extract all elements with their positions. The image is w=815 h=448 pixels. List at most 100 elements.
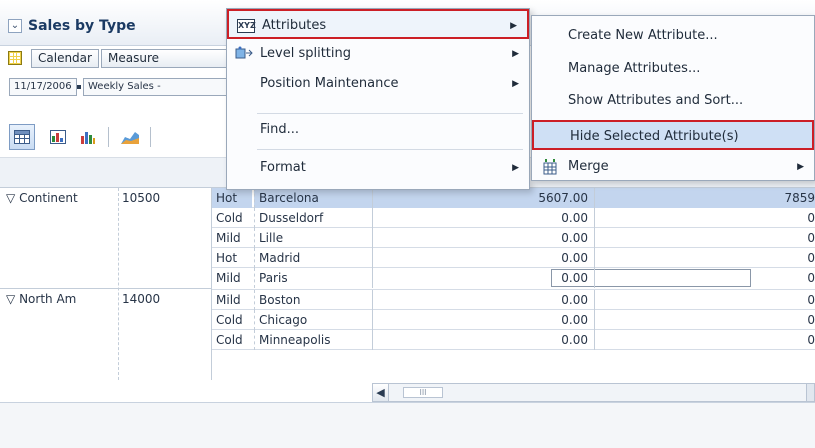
- table-row[interactable]: Cold Minneapolis 0.00 0: [212, 330, 815, 350]
- menu-item-label: Manage Attributes...: [568, 61, 701, 76]
- menu-item-attributes[interactable]: XYZ Attributes ▶: [227, 9, 529, 39]
- table-row[interactable]: Mild Boston 0.00 0: [212, 290, 815, 310]
- area-chart-icon[interactable]: [117, 124, 143, 150]
- submenu-arrow-icon: ▶: [512, 163, 519, 173]
- dimension-row-north-america[interactable]: ▽ North Am 14000: [0, 288, 212, 308]
- table-icon[interactable]: [9, 124, 35, 150]
- menu-item-label: Format: [260, 160, 306, 175]
- value-cell[interactable]: 0: [594, 330, 815, 350]
- dimension-divider: [118, 188, 119, 380]
- submenu-arrow-icon: ▶: [512, 49, 519, 59]
- toolbar-separator: [108, 127, 109, 147]
- menu-item-create-new-attribute[interactable]: Create New Attribute...: [532, 21, 814, 51]
- value-cell[interactable]: 0: [594, 228, 815, 248]
- expand-triangle-icon[interactable]: ▽: [6, 292, 15, 306]
- cell-editor-value: 0.00: [561, 271, 588, 285]
- dimension-row-continent[interactable]: ▽ Continent 10500: [0, 188, 212, 208]
- value-cell[interactable]: 0.00: [372, 228, 594, 248]
- value-cell[interactable]: 0: [594, 310, 815, 330]
- menu-item-label: Merge: [568, 159, 609, 174]
- table-row[interactable]: Cold Chicago 0.00 0: [212, 310, 815, 330]
- dimension-value: 14000: [122, 292, 161, 306]
- dimension-label: Continent: [19, 191, 78, 205]
- menu-item-format[interactable]: Format ▶: [227, 153, 529, 183]
- menu-item-position-maintenance[interactable]: Position Maintenance ▶: [227, 69, 529, 99]
- menu-separator: [257, 113, 523, 114]
- city-cell: Lille: [254, 228, 372, 248]
- value-cell[interactable]: 7859: [594, 188, 815, 208]
- temp-cell: Cold: [216, 313, 243, 327]
- table-row[interactable]: Cold Dusseldorf 0.00 0: [212, 208, 815, 228]
- collapse-icon[interactable]: ⌄: [8, 19, 22, 33]
- value-cell[interactable]: 0: [594, 208, 815, 228]
- dimension-value: 10500: [122, 191, 161, 205]
- temp-cell: Hot: [212, 188, 252, 208]
- menu-item-label: Create New Attribute...: [568, 28, 718, 43]
- scroll-left-arrow-icon[interactable]: ◀: [373, 384, 389, 401]
- scroll-thumb[interactable]: III: [403, 387, 443, 398]
- temp-cell: Mild: [216, 293, 241, 307]
- menu-item-label: Attributes: [262, 18, 327, 33]
- title-row: ⌄ Sales by Type: [8, 18, 136, 34]
- grid-icon: [8, 51, 22, 65]
- city-cell: Paris: [254, 268, 372, 288]
- menu-item-level-splitting[interactable]: Level splitting ▶: [227, 39, 529, 69]
- value-cell[interactable]: 0: [594, 268, 815, 288]
- attributes-submenu: Create New Attribute... Manage Attribute…: [531, 15, 815, 181]
- table-row[interactable]: Hot Barcelona 5607.00 7859: [212, 188, 815, 208]
- calendar-button[interactable]: Calendar: [31, 49, 99, 68]
- toolbar-separator: [150, 127, 151, 147]
- temp-cell: Cold: [216, 211, 243, 225]
- separator-dot: [77, 85, 81, 89]
- temp-cell: Mild: [216, 271, 241, 285]
- value-cell[interactable]: 0.00: [372, 248, 594, 268]
- menu-item-merge[interactable]: Merge ▶: [532, 152, 814, 182]
- value-cell[interactable]: 0.00: [372, 330, 594, 350]
- menu-item-label: Find...: [260, 122, 300, 137]
- level-splitting-icon: [235, 46, 253, 59]
- temp-cell: Mild: [216, 231, 241, 245]
- table-row[interactable]: Hot Madrid 0.00 0: [212, 248, 815, 268]
- menu-item-find[interactable]: Find...: [227, 115, 529, 145]
- horizontal-scrollbar[interactable]: ◀ III: [372, 383, 815, 402]
- menu-item-manage-attributes[interactable]: Manage Attributes...: [532, 54, 814, 84]
- menu-item-label: Position Maintenance: [260, 76, 399, 91]
- context-menu: XYZ Attributes ▶ Level splitting ▶ Posit…: [226, 8, 530, 190]
- expand-triangle-icon[interactable]: ▽: [6, 191, 15, 205]
- scroll-right-arrow-icon[interactable]: [806, 384, 814, 401]
- temp-cell: Hot: [216, 251, 238, 265]
- menu-item-hide-selected-attributes[interactable]: Hide Selected Attribute(s): [532, 120, 814, 150]
- temp-cell: Cold: [216, 333, 243, 347]
- value-cell[interactable]: 0: [594, 248, 815, 268]
- value-cell[interactable]: 0.00: [372, 290, 594, 310]
- value-cell[interactable]: 0.00: [372, 208, 594, 228]
- menu-item-label: Hide Selected Attribute(s): [570, 129, 739, 144]
- value-cell[interactable]: 0.00: [372, 310, 594, 330]
- measure-selector[interactable]: Weekly Sales -: [83, 78, 233, 96]
- city-cell: Boston: [254, 290, 372, 310]
- merge-icon: [543, 159, 557, 175]
- city-cell: Madrid: [254, 248, 372, 268]
- bar-chart-icon[interactable]: [75, 124, 101, 150]
- city-cell: Chicago: [254, 310, 372, 330]
- city-cell: Minneapolis: [254, 330, 372, 350]
- submenu-arrow-icon: ▶: [510, 21, 517, 31]
- panel-title: Sales by Type: [28, 18, 136, 34]
- xyz-attributes-icon: XYZ: [237, 19, 256, 33]
- submenu-arrow-icon: ▶: [512, 79, 519, 89]
- value-cell[interactable]: 0: [594, 290, 815, 310]
- panel-footer: [0, 402, 815, 448]
- menu-item-label: Level splitting: [260, 46, 351, 61]
- table-row[interactable]: Mild Lille 0.00 0: [212, 228, 815, 248]
- submenu-arrow-icon: ▶: [797, 162, 804, 172]
- value-cell[interactable]: 0.00: [372, 268, 751, 288]
- dimension-label: North Am: [19, 292, 77, 306]
- chart-table-icon[interactable]: [45, 124, 71, 150]
- menu-item-label: Show Attributes and Sort...: [568, 93, 744, 108]
- date-selector[interactable]: 11/17/2006: [9, 78, 77, 96]
- dimension-column: ▽ Continent 10500 ▽ North Am 14000: [0, 188, 212, 380]
- menu-item-show-attributes-and-sort[interactable]: Show Attributes and Sort...: [532, 86, 814, 116]
- value-cell[interactable]: 5607.00: [372, 188, 594, 208]
- table-row[interactable]: Mild Paris 0.00 0: [212, 268, 815, 290]
- measure-button[interactable]: Measure: [101, 49, 229, 68]
